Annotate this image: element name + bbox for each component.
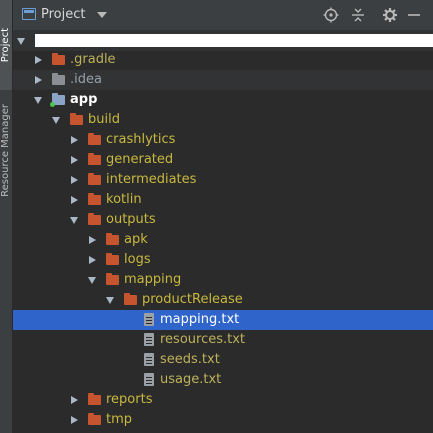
side-tab-project-label: Project <box>0 27 11 63</box>
tree-row-mapping[interactable]: mapping <box>13 270 433 290</box>
tree-row-apk[interactable]: apk <box>13 230 433 250</box>
tree-row-label: build <box>88 112 120 127</box>
minimize-icon[interactable] <box>406 7 422 23</box>
folder-icon <box>88 133 101 145</box>
folder-icon <box>88 193 101 205</box>
module-folder-icon <box>50 93 65 107</box>
folder-icon <box>106 253 119 265</box>
tool-window-strip: Project Resource Manager <box>0 0 13 433</box>
tree-row-tmp[interactable]: tmp <box>13 410 433 430</box>
redacted-path <box>35 34 433 47</box>
tree-row-logs[interactable]: logs <box>13 250 433 270</box>
folder-icon <box>52 73 65 85</box>
side-tab-resource-manager-label: Resource Manager <box>0 103 11 197</box>
folder-icon <box>124 293 137 305</box>
collapse-arrow-icon[interactable] <box>71 176 78 184</box>
panel-title[interactable]: Project <box>41 7 85 22</box>
tree-row-root[interactable] <box>13 31 433 51</box>
tree-row-productrelease[interactable]: productRelease <box>13 290 433 310</box>
tree-row-label: kotlin <box>106 192 142 207</box>
collapse-arrow-icon[interactable] <box>35 76 42 84</box>
tree-row-label: seeds.txt <box>160 352 220 367</box>
tree-row-label: .gradle <box>70 52 116 67</box>
collapse-icon[interactable] <box>350 7 366 23</box>
tree-row-label: mapping <box>124 272 182 287</box>
folder-icon <box>88 153 101 165</box>
collapse-arrow-icon[interactable] <box>71 396 78 404</box>
tree-row-label: apk <box>124 232 148 247</box>
collapse-arrow-icon[interactable] <box>71 136 78 144</box>
tree-row-seeds-txt[interactable]: seeds.txt <box>13 350 433 370</box>
tree-row-build[interactable]: build <box>13 110 433 130</box>
tree-row-label: reports <box>106 392 153 407</box>
tree-row-kotlin[interactable]: kotlin <box>13 190 433 210</box>
tree-row-resources-txt[interactable]: resources.txt <box>13 330 433 350</box>
tree-row-label: app <box>70 92 98 107</box>
expand-arrow-icon[interactable] <box>88 277 96 284</box>
tree-row-generated[interactable]: generated <box>13 150 433 170</box>
text-file-icon <box>144 373 154 386</box>
folder-icon <box>88 393 101 405</box>
expand-arrow-icon[interactable] <box>70 217 78 224</box>
text-file-icon <box>144 353 154 366</box>
collapse-arrow-icon[interactable] <box>89 256 96 264</box>
tree-row-crashlytics[interactable]: crashlytics <box>13 130 433 150</box>
tree-row-gradle[interactable]: .gradle <box>13 50 433 70</box>
tree-row-idea[interactable]: .idea <box>13 70 433 90</box>
folder-icon <box>88 413 101 425</box>
text-file-icon <box>144 333 154 346</box>
expand-arrow-icon[interactable] <box>34 97 42 104</box>
gear-icon[interactable] <box>382 7 398 23</box>
tree-row-label: mapping.txt <box>160 312 240 327</box>
tree-row-label: intermediates <box>106 172 197 187</box>
tree-row-label: outputs <box>106 212 156 227</box>
folder-icon <box>88 213 101 225</box>
tree-row-usage-txt[interactable]: usage.txt <box>13 370 433 390</box>
tree-row-label: productRelease <box>142 292 243 307</box>
panel-header: Project <box>13 0 433 31</box>
tree-row-outputs[interactable]: outputs <box>13 210 433 230</box>
locate-icon[interactable] <box>323 7 339 23</box>
folder-icon <box>106 233 119 245</box>
tree-row-label: crashlytics <box>106 132 176 147</box>
side-tab-project[interactable]: Project <box>0 0 12 90</box>
side-tab-resource-manager[interactable]: Resource Manager <box>0 90 12 210</box>
tree-row-label: logs <box>124 252 151 267</box>
collapse-arrow-icon[interactable] <box>89 236 96 244</box>
expand-arrow-icon[interactable] <box>17 38 25 45</box>
tree-row-label: .idea <box>70 72 102 87</box>
expand-arrow-icon[interactable] <box>52 117 60 124</box>
folder-icon <box>106 273 119 285</box>
expand-arrow-icon[interactable] <box>106 297 114 304</box>
tree-row-label: resources.txt <box>160 332 246 347</box>
chevron-down-icon[interactable] <box>97 12 107 18</box>
project-panel: Project .gradle .idea app build crashlyt… <box>13 0 433 433</box>
tree-row-intermediates[interactable]: intermediates <box>13 170 433 190</box>
tree-row-label: tmp <box>106 412 133 427</box>
folder-icon <box>52 53 65 65</box>
folder-icon <box>88 173 101 185</box>
collapse-arrow-icon[interactable] <box>71 196 78 204</box>
tree-row-reports[interactable]: reports <box>13 390 433 410</box>
tree-row-app[interactable]: app <box>13 90 433 110</box>
project-view-icon <box>22 8 36 20</box>
collapse-arrow-icon[interactable] <box>71 156 78 164</box>
tree-row-label: usage.txt <box>160 372 222 387</box>
folder-icon <box>70 113 83 125</box>
text-file-icon <box>144 313 154 326</box>
tree-row-mapping-txt[interactable]: mapping.txt <box>13 310 433 330</box>
collapse-arrow-icon[interactable] <box>71 416 78 424</box>
tree-row-label: generated <box>106 152 174 167</box>
collapse-arrow-icon[interactable] <box>35 56 42 64</box>
